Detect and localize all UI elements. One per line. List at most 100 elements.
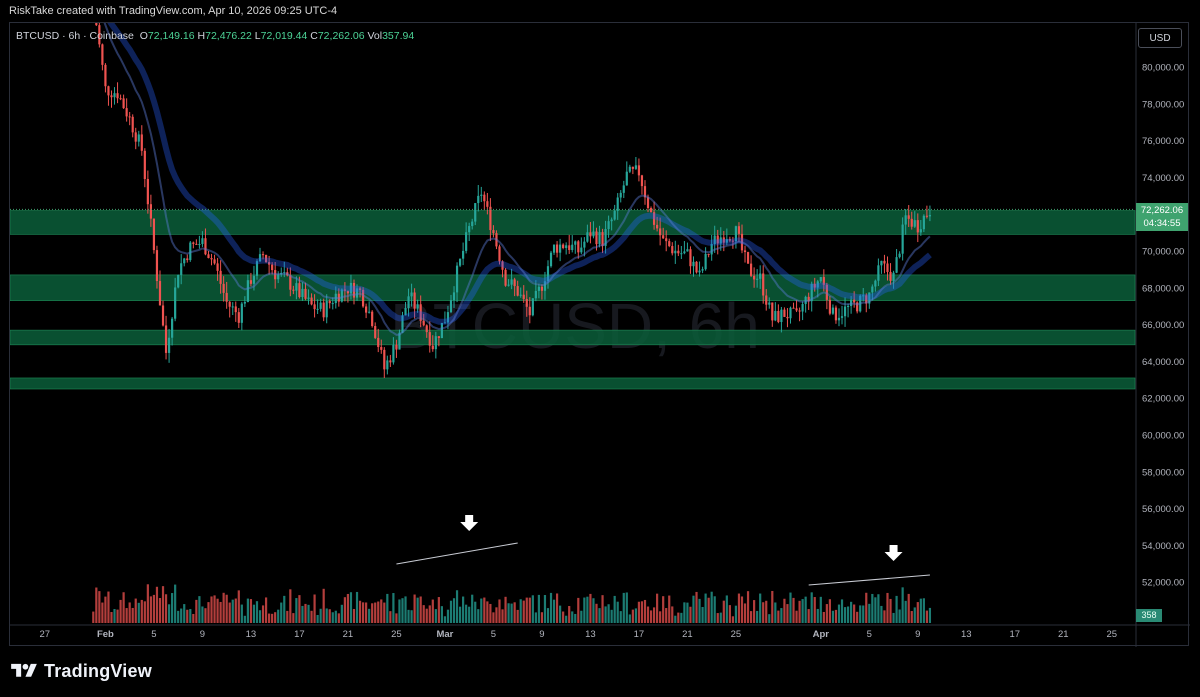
candle-body: [504, 269, 507, 286]
volume-bar: [907, 593, 910, 623]
volume-bar: [316, 614, 319, 623]
candle-body: [834, 307, 838, 321]
candle-body: [201, 238, 204, 244]
candle-body: [677, 250, 680, 254]
volume-bar: [662, 596, 665, 623]
candle-body: [783, 309, 786, 317]
volume-bar: [304, 603, 307, 623]
volume-bar: [549, 592, 553, 623]
volume-bar: [568, 606, 571, 623]
candle-body: [540, 286, 544, 291]
chart-frame[interactable]: BTCUSD, 6h 80,000.00 78,000.00 76,000.00 74,…: [9, 22, 1190, 647]
high-value: 72,476.22: [205, 30, 252, 42]
volume-bar: [95, 587, 98, 623]
candle-body: [325, 300, 328, 318]
candle-body: [586, 232, 589, 242]
volume-bar: [880, 605, 883, 623]
volume-bar: [243, 615, 246, 623]
volume-bar: [552, 599, 556, 623]
x-axis-tick-label: 21: [1058, 629, 1069, 640]
currency-button[interactable]: USD: [1138, 28, 1182, 48]
volume-bar: [422, 605, 425, 623]
volume-bar: [871, 593, 874, 623]
volume-bar: [916, 602, 919, 623]
volume-bar: [925, 610, 928, 623]
volume-bar: [143, 601, 146, 623]
candle-body: [131, 116, 134, 133]
candle-body: [649, 208, 653, 213]
candle-body: [307, 297, 310, 299]
volume-bar: [722, 600, 725, 623]
volume-bar: [850, 601, 853, 623]
candle-body: [853, 299, 856, 303]
volume-bar: [498, 599, 501, 623]
volume-bar: [846, 606, 850, 623]
volume-bar: [631, 609, 634, 623]
candle-body: [164, 325, 168, 353]
volume-bar: [274, 612, 277, 623]
volume-bar: [477, 609, 480, 623]
volume-bar: [628, 614, 631, 623]
candle-body: [919, 229, 922, 233]
volume-bar: [540, 612, 544, 623]
volume-bar: [186, 609, 189, 623]
volume-bar: [443, 616, 447, 623]
candle-body: [819, 277, 822, 282]
volume-bar: [543, 595, 547, 623]
volume-bar: [716, 613, 719, 623]
volume-bar: [368, 608, 371, 623]
candle-body: [440, 322, 443, 339]
volume-bar: [877, 594, 880, 623]
volume-bar: [492, 612, 495, 623]
candle-body: [686, 249, 689, 252]
volume-bar: [643, 599, 647, 623]
volume-bar: [404, 596, 407, 623]
volume-bar: [207, 602, 210, 623]
candle-body: [704, 253, 707, 270]
volume-bar: [680, 612, 683, 623]
candle-body: [468, 226, 471, 233]
volume-bar: [349, 592, 353, 623]
candle-body: [204, 238, 207, 255]
candle-body: [698, 270, 701, 273]
volume-bar: [701, 606, 704, 623]
volume-bar: [383, 602, 386, 623]
bar-countdown: 04:34:55: [1143, 218, 1181, 229]
candle-body: [510, 279, 513, 285]
volume-bar: [513, 602, 516, 623]
candle-body: [101, 44, 104, 65]
volume-bar: [737, 593, 741, 623]
candle-body: [640, 175, 644, 187]
candle-body: [749, 263, 753, 276]
candle-body: [425, 325, 428, 333]
open-value: 72,149.16: [147, 30, 195, 42]
volume-bar: [92, 611, 95, 623]
candle-body: [583, 241, 586, 248]
candle-body: [701, 269, 704, 271]
x-axis-tick-label: 21: [343, 629, 354, 640]
candle-body: [665, 238, 668, 242]
volume-bar: [392, 593, 395, 623]
candle-body: [549, 252, 553, 267]
volume-bar: [771, 590, 774, 623]
volume-bar: [928, 607, 932, 623]
volume-bar: [371, 603, 374, 623]
candle-body: [613, 210, 616, 220]
candle-body: [483, 194, 486, 202]
price-chart[interactable]: BTCUSD, 6h80,000.0078,000.0076,000.0074,…: [10, 23, 1190, 647]
volume-bar: [910, 611, 913, 623]
volume-bar: [155, 586, 159, 623]
candle-body: [104, 64, 107, 87]
candle-body: [762, 273, 765, 296]
candle-body: [428, 332, 431, 346]
footer-branding[interactable]: TradingView: [10, 658, 152, 684]
candle-body: [580, 247, 583, 253]
candle-body: [95, 23, 98, 26]
volume-bar: [743, 603, 747, 623]
candle-body: [913, 220, 916, 227]
x-axis-tick-label: 13: [246, 629, 257, 640]
symbol-label[interactable]: BTCUSD · 6h · Coinbase: [16, 30, 134, 42]
volume-bar: [598, 608, 601, 623]
candle-body: [216, 263, 219, 271]
candle-body: [128, 116, 131, 118]
